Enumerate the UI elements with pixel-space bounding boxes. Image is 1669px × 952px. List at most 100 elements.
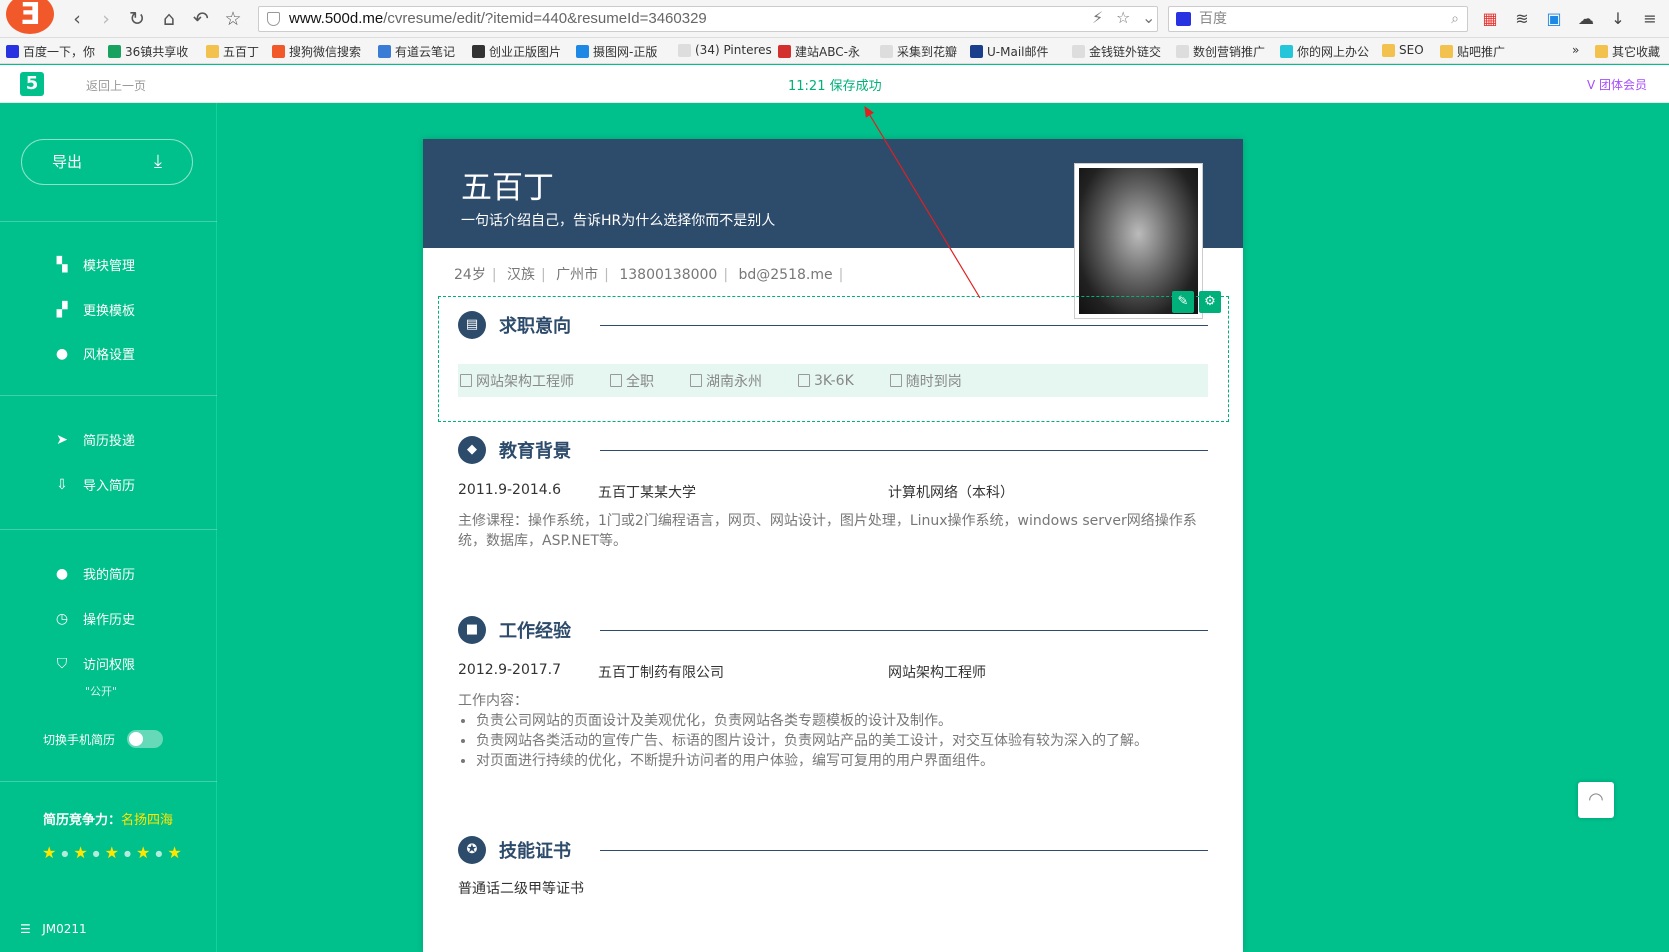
sidebar-item-import[interactable]: ⇩ 导入简历 bbox=[54, 475, 135, 495]
education-row[interactable]: 2011.9-2014.6 五百丁某某大学 计算机网络（本科） bbox=[458, 482, 1208, 502]
salary-icon bbox=[798, 374, 810, 387]
security-icon bbox=[267, 12, 280, 26]
download-icon[interactable]: ↓ bbox=[1608, 9, 1628, 29]
bookmark-icon bbox=[1176, 45, 1189, 58]
document-icon: ▤ bbox=[458, 311, 486, 339]
job-intent-bar[interactable]: 网站架构工程师 全职 湖南永州 3K-6K 随时到岗 bbox=[458, 364, 1208, 397]
address-bar[interactable]: www.500d.me/cvresume/edit/?itemid=440&re… bbox=[258, 6, 1158, 32]
sidebar-item-my-resume[interactable]: ● 我的简历 bbox=[54, 564, 135, 584]
bookmark-item[interactable]: U-Mail邮件 bbox=[970, 43, 1049, 60]
sidebar-item-history[interactable]: ◷ 操作历史 bbox=[54, 609, 135, 629]
flag-icon[interactable]: ≋ bbox=[1512, 9, 1532, 29]
favorite-icon[interactable]: ☆ bbox=[222, 8, 244, 30]
sidebar-item-style[interactable]: ● 风格设置 bbox=[54, 344, 135, 364]
menu-icon[interactable]: ≡ bbox=[1640, 9, 1660, 29]
chevron-down-icon[interactable]: ⌄ bbox=[1142, 8, 1155, 27]
forward-icon[interactable]: › bbox=[95, 8, 117, 30]
cloud-icon[interactable]: ☁ bbox=[1576, 9, 1596, 29]
apps-icon[interactable]: ▦ bbox=[1480, 9, 1500, 29]
resume-name[interactable]: 五百丁 bbox=[461, 162, 554, 207]
resume-tagline[interactable]: 一句话介绍自己，告诉HR为什么选择你而不是别人 bbox=[461, 210, 775, 230]
template-icon: ▞ bbox=[56, 301, 68, 318]
briefcase-icon: ■ bbox=[458, 616, 486, 644]
education-description[interactable]: 主修课程：操作系统，1门或2门编程语言，网页、网站设计，图片处理，Linux操作… bbox=[458, 511, 1208, 551]
sidebar-item-access[interactable]: ⛉ 访问权限 bbox=[54, 654, 135, 674]
bookmark-icon bbox=[778, 45, 791, 58]
mobile-resume-toggle-row: 切换手机简历 bbox=[43, 730, 164, 748]
work-intro[interactable]: 工作内容： bbox=[458, 691, 1208, 711]
sidebar-item-template[interactable]: ▞ 更换模板 bbox=[54, 300, 135, 320]
search-input[interactable]: 百度 ⌕ bbox=[1168, 6, 1468, 32]
resume-paper: 五百丁 一句话介绍自己，告诉HR为什么选择你而不是别人 ✎ ⚙ 24岁 | 汉族 |… bbox=[423, 139, 1243, 952]
star-icon: ★ bbox=[104, 843, 119, 862]
bookmark-icon bbox=[206, 45, 219, 58]
bookmark-item[interactable]: 建站ABC-永 bbox=[778, 43, 860, 60]
graduation-cap-icon: ◆ bbox=[458, 436, 486, 464]
section-work-header[interactable]: ■ 工作经验 bbox=[458, 616, 571, 644]
bookmark-item[interactable]: 采集到花瓣 bbox=[880, 43, 957, 60]
bookmark-item[interactable]: 你的网上办公 bbox=[1280, 43, 1369, 60]
customer-support-button[interactable]: ◠ bbox=[1578, 782, 1614, 818]
bookmark-item[interactable]: 百度一下，你 bbox=[6, 43, 95, 60]
bookmark-item[interactable]: 贴吧推广 bbox=[1440, 43, 1505, 60]
star-icon[interactable]: ☆ bbox=[1116, 8, 1130, 27]
section-education-header[interactable]: ◆ 教育背景 bbox=[458, 436, 571, 464]
divider bbox=[0, 395, 217, 396]
bookmark-icon bbox=[576, 45, 589, 58]
work-row[interactable]: 2012.9-2017.7 五百丁制药有限公司 网站架构工程师 bbox=[458, 662, 1208, 682]
user-icon: ● bbox=[55, 565, 69, 582]
star-icon: ★ bbox=[73, 843, 88, 862]
bookmark-icon bbox=[1440, 45, 1453, 58]
sidebar-item-modules[interactable]: ▚ 模块管理 bbox=[54, 255, 135, 275]
download-icon: ⤓ bbox=[154, 151, 162, 172]
bookmark-icon bbox=[472, 45, 485, 58]
send-icon: ➤ bbox=[56, 431, 68, 448]
city-icon bbox=[690, 374, 702, 387]
home-icon[interactable]: ⌂ bbox=[158, 8, 180, 30]
bookmark-item[interactable]: 金钱链外链交 bbox=[1072, 43, 1161, 60]
bookmark-icon bbox=[970, 45, 983, 58]
bookmark-item[interactable]: 创业正版图片 bbox=[472, 43, 561, 60]
bookmark-item[interactable]: (34) Pinteres bbox=[678, 43, 772, 57]
bookmark-item[interactable]: 五百丁 bbox=[206, 43, 259, 60]
bookmark-icon bbox=[272, 45, 285, 58]
intent-location: 湖南永州 bbox=[690, 371, 762, 391]
browser-logo-icon[interactable]: Ǝ bbox=[6, 0, 54, 34]
bookmark-icon bbox=[880, 45, 893, 58]
lightning-icon[interactable]: ⚡ bbox=[1092, 8, 1103, 27]
app-header: 5 返回上一页 11:21 保存成功 V 团体会员 bbox=[0, 65, 1669, 103]
ext-icon[interactable]: ▣ bbox=[1544, 9, 1564, 29]
bookmark-item[interactable]: 摄图网-正版 bbox=[576, 43, 657, 60]
export-button[interactable]: 导出 ⤓ bbox=[21, 139, 193, 185]
intent-salary: 3K-6K bbox=[798, 373, 854, 389]
skill-item[interactable]: 普通话二级甲等证书 bbox=[458, 879, 1208, 899]
search-icon[interactable]: ⌕ bbox=[1451, 7, 1459, 31]
bookmark-item[interactable]: 36镇共享收 bbox=[108, 43, 188, 60]
bookmark-item[interactable]: 其它收藏 bbox=[1595, 43, 1660, 60]
bookmark-item[interactable]: SEO bbox=[1382, 43, 1424, 57]
star-icon: ★ bbox=[167, 843, 182, 862]
section-rule bbox=[600, 325, 1208, 326]
vip-icon: V bbox=[1586, 78, 1596, 92]
bookmarks-more[interactable]: » bbox=[1572, 43, 1579, 57]
basic-info[interactable]: 24岁 | 汉族 | 广州市 | 13800138000 | bd@2518.me | bbox=[454, 264, 849, 284]
back-icon[interactable]: ‹ bbox=[66, 8, 88, 30]
undo-icon[interactable]: ↶ bbox=[190, 8, 212, 30]
bookmark-item[interactable]: 数创营销推广 bbox=[1176, 43, 1265, 60]
work-bullets[interactable]: 负责公司网站的页面设计及美观优化，负责网站各类专题模板的设计及制作。 负责网站各… bbox=[458, 711, 1208, 771]
bookmark-item[interactable]: 有道云笔记 bbox=[378, 43, 455, 60]
mobile-resume-toggle[interactable] bbox=[127, 730, 164, 748]
star-icon: ★ bbox=[135, 843, 151, 862]
browser-toolbar: Ǝ ‹ › ↻ ⌂ ↶ ☆ www.500d.me/cvresume/edit/… bbox=[0, 0, 1669, 38]
section-intent-header[interactable]: ▤ 求职意向 bbox=[458, 311, 571, 339]
divider bbox=[0, 781, 217, 782]
list-item: 对页面进行持续的优化，不断提升访问者的用户体验，编写可复用的用户界面组件。 bbox=[476, 751, 1208, 771]
section-skills-header[interactable]: ✪ 技能证书 bbox=[458, 836, 571, 864]
back-link[interactable]: 返回上一页 bbox=[86, 77, 146, 94]
team-member-link[interactable]: V 团体会员 bbox=[1587, 76, 1647, 93]
palette-icon: ● bbox=[55, 345, 69, 362]
bookmark-item[interactable]: 搜狗微信搜索 bbox=[272, 43, 361, 60]
sidebar-item-send[interactable]: ➤ 简历投递 bbox=[54, 430, 135, 450]
site-logo-icon[interactable]: 5 bbox=[20, 72, 44, 96]
reload-icon[interactable]: ↻ bbox=[126, 8, 148, 30]
